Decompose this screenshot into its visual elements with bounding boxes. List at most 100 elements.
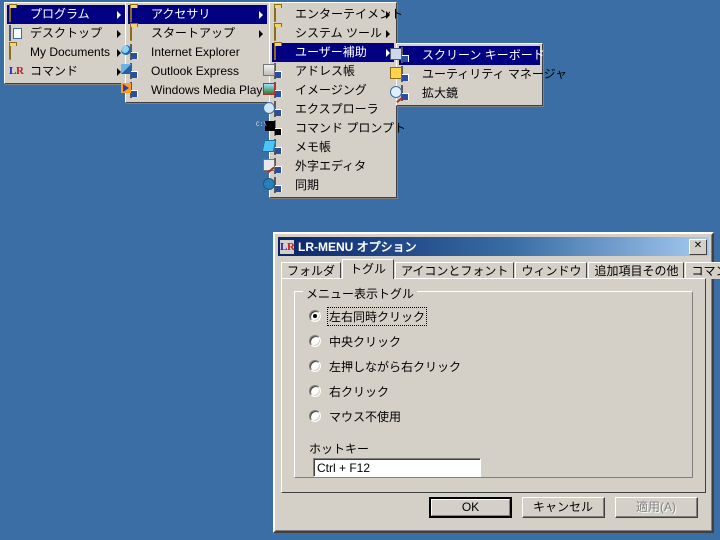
apply-button: 適用(A) — [615, 497, 698, 518]
radio-indicator[interactable] — [309, 335, 321, 347]
menu-item[interactable]: イメージング — [263, 81, 394, 100]
cancel-button[interactable]: キャンセル — [522, 497, 605, 518]
submenu-arrow-icon — [386, 29, 390, 38]
tab-5[interactable]: コマンドメニュー — [685, 262, 720, 279]
menu-item[interactable]: Outlook Express — [121, 62, 267, 81]
address-book-icon — [263, 62, 290, 80]
submenu-arrow-icon — [259, 10, 263, 19]
ie-icon — [121, 43, 146, 61]
menu-item[interactable]: プログラム — [7, 5, 125, 24]
programs-menu: プログラムデスクトップ My Documents L R コマンド — [4, 2, 128, 84]
menu-item[interactable]: コマンド プロンプト — [256, 119, 406, 138]
dialog-titlebar[interactable]: L R LR-MENU オプション ✕ — [278, 237, 709, 256]
folder-icon — [274, 43, 290, 61]
menu-item[interactable]: Internet Explorer — [121, 43, 267, 62]
menu-item[interactable]: L R コマンド — [7, 62, 125, 81]
menu-item-label: 拡大鏡 — [422, 86, 459, 100]
tab-0[interactable]: フォルダ — [281, 262, 342, 279]
menu-item[interactable]: My Documents — [7, 43, 125, 62]
tab-panel-toggle: メニュー表示トグル 左右同時クリック 中央クリック 左押しながら右クリック 右クリックマ… — [281, 278, 706, 493]
tab-1[interactable]: トグル — [342, 259, 395, 279]
radio-indicator[interactable] — [309, 410, 321, 422]
button-label: 適用(A) — [616, 498, 697, 517]
accessories-submenu: エンターテイメントシステム ツール ユーザー補助 アドレス帳イメージング エクスプロー… — [256, 2, 406, 198]
radio-indicator[interactable] — [309, 360, 321, 372]
explorer-icon — [263, 100, 290, 118]
tab-4[interactable]: 追加項目その他 — [588, 262, 685, 279]
menu-item-list: アクセサリ スタートアップ Internet Explorer Outlook Exp… — [121, 5, 273, 100]
menu-item-label: Windows Media Player — [151, 83, 274, 97]
accessibility-menu: スクリーン キーボードユーティリティ マネージャ 拡大鏡 — [390, 43, 567, 106]
menu-item-label: 外字エディタ — [295, 159, 367, 173]
menu-item-label: ユーザー補助 — [295, 45, 367, 59]
menu-item-list: エンターテイメントシステム ツール ユーザー補助 アドレス帳イメージング エクスプロー… — [256, 5, 406, 195]
ok-button[interactable]: OK — [429, 497, 512, 518]
wmp-icon — [121, 81, 146, 99]
menu-item-label: コマンド — [30, 64, 79, 78]
lr-icon: LR — [280, 239, 295, 254]
menu-item-label: イメージング — [295, 83, 367, 97]
menu-item-label: 同期 — [295, 178, 320, 192]
radio-indicator[interactable] — [309, 310, 321, 322]
button-label: OK — [431, 499, 510, 516]
menu-item[interactable]: 拡大鏡 — [390, 84, 540, 103]
menu-item[interactable]: メモ帳 — [261, 138, 394, 157]
radio-option-2[interactable]: 左押しながら右クリック — [309, 358, 462, 374]
menu-item[interactable]: ユーザー補助 — [272, 43, 394, 62]
folder-icon — [274, 5, 290, 23]
tab-3[interactable]: ウィンドウ — [515, 262, 588, 279]
menu-item[interactable]: システム ツール — [272, 24, 394, 43]
menu-item-label: アドレス帳 — [295, 64, 356, 78]
sync-icon — [263, 176, 290, 194]
close-icon[interactable]: ✕ — [689, 238, 707, 255]
menu-item-label: メモ帳 — [295, 140, 332, 154]
button-label: キャンセル — [523, 498, 604, 517]
submenu-arrow-icon — [117, 10, 121, 19]
toggle-group-box: メニュー表示トグル 左右同時クリック 中央クリック 左押しながら右クリック 右クリックマ… — [294, 285, 693, 478]
command-prompt-icon — [256, 119, 290, 137]
menu-item[interactable]: アクセサリ — [128, 5, 267, 24]
hotkey-label: ホットキー — [309, 442, 370, 456]
menu-item[interactable]: スタートアップ — [128, 24, 267, 43]
submenu-arrow-icon — [117, 29, 121, 38]
menu-item[interactable]: デスクトップ — [7, 24, 125, 43]
menu-item-label: Internet Explorer — [151, 45, 240, 59]
radio-label: 左右同時クリック — [326, 306, 428, 326]
menu-item[interactable]: アドレス帳 — [263, 62, 394, 81]
menu-item-label: ユーティリティ マネージャ — [422, 67, 568, 81]
radio-option-4[interactable]: マウス不使用 — [309, 408, 402, 424]
menu-item-label: Outlook Express — [151, 64, 240, 78]
radio-option-1[interactable]: 中央クリック — [309, 333, 402, 349]
folder-icon — [130, 5, 146, 23]
menu-item[interactable]: スクリーン キーボード — [390, 46, 545, 65]
menu-item-label: プログラム — [30, 7, 90, 21]
submenu-arrow-icon — [259, 29, 263, 38]
radio-indicator[interactable] — [309, 385, 321, 397]
tab-bar: フォルダトグルアイコンとフォントウィンドウ追加項目その他コマンドメニュー — [281, 259, 720, 279]
menu-item[interactable]: 同期 — [263, 176, 394, 195]
menu-item-list: スクリーン キーボードユーティリティ マネージャ 拡大鏡 — [390, 46, 567, 103]
radio-label: 左押しながら右クリック — [329, 359, 462, 374]
dialog-title: LR-MENU オプション — [298, 240, 417, 254]
menu-item[interactable]: エクスプローラ — [263, 100, 394, 119]
tab-2[interactable]: アイコンとフォント — [395, 262, 515, 279]
menu-item-label: My Documents — [30, 45, 111, 59]
menu-item-label: スクリーン キーボード — [422, 48, 545, 62]
oe-icon — [121, 62, 146, 80]
menu-item[interactable]: Windows Media Player — [121, 81, 273, 100]
hotkey-input[interactable]: Ctrl + F12 — [313, 458, 481, 477]
folder-icon — [9, 5, 25, 23]
menu-item-label: コマンド プロンプト — [295, 121, 406, 135]
menu-item[interactable]: ユーティリティ マネージャ — [390, 65, 567, 84]
menu-item[interactable]: 外字エディタ — [263, 157, 394, 176]
folder-icon — [9, 43, 25, 61]
magnifier-icon — [390, 84, 417, 102]
menu-item-label: システム ツール — [295, 26, 382, 40]
menu-item[interactable]: エンターテイメント — [272, 5, 403, 24]
radio-option-3[interactable]: 右クリック — [309, 383, 390, 399]
options-dialog: L R LR-MENU オプション ✕ フォルダ トグル アイコンとフォント ウィンドウ 追加項… — [273, 232, 720, 533]
folder-icon — [274, 24, 290, 42]
lr-icon: LR — [9, 64, 24, 77]
menu-item-label: エクスプローラ — [295, 102, 379, 116]
radio-option-0[interactable]: 左右同時クリック — [309, 306, 428, 326]
